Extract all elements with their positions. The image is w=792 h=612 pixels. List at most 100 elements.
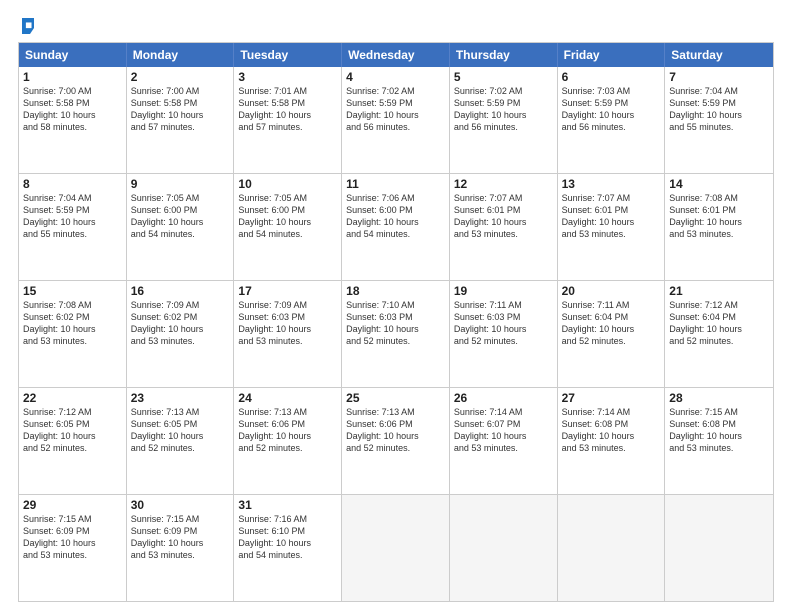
day-info: Sunrise: 7:15 AM Sunset: 6:09 PM Dayligh…: [23, 513, 122, 562]
day-cell-16: 16Sunrise: 7:09 AM Sunset: 6:02 PM Dayli…: [127, 281, 235, 387]
day-info: Sunrise: 7:03 AM Sunset: 5:59 PM Dayligh…: [562, 85, 661, 134]
day-number: 28: [669, 391, 769, 405]
header: [18, 18, 774, 34]
day-number: 18: [346, 284, 445, 298]
empty-cell: [450, 495, 558, 601]
day-cell-10: 10Sunrise: 7:05 AM Sunset: 6:00 PM Dayli…: [234, 174, 342, 280]
header-cell-wednesday: Wednesday: [342, 43, 450, 67]
day-info: Sunrise: 7:09 AM Sunset: 6:03 PM Dayligh…: [238, 299, 337, 348]
day-number: 14: [669, 177, 769, 191]
day-info: Sunrise: 7:08 AM Sunset: 6:02 PM Dayligh…: [23, 299, 122, 348]
logo: [18, 18, 36, 34]
day-cell-28: 28Sunrise: 7:15 AM Sunset: 6:08 PM Dayli…: [665, 388, 773, 494]
day-number: 4: [346, 70, 445, 84]
day-cell-3: 3Sunrise: 7:01 AM Sunset: 5:58 PM Daylig…: [234, 67, 342, 173]
logo-icon: [20, 18, 36, 34]
day-info: Sunrise: 7:14 AM Sunset: 6:08 PM Dayligh…: [562, 406, 661, 455]
day-cell-31: 31Sunrise: 7:16 AM Sunset: 6:10 PM Dayli…: [234, 495, 342, 601]
day-cell-5: 5Sunrise: 7:02 AM Sunset: 5:59 PM Daylig…: [450, 67, 558, 173]
day-info: Sunrise: 7:15 AM Sunset: 6:08 PM Dayligh…: [669, 406, 769, 455]
day-number: 26: [454, 391, 553, 405]
day-number: 10: [238, 177, 337, 191]
day-info: Sunrise: 7:08 AM Sunset: 6:01 PM Dayligh…: [669, 192, 769, 241]
day-cell-25: 25Sunrise: 7:13 AM Sunset: 6:06 PM Dayli…: [342, 388, 450, 494]
day-info: Sunrise: 7:00 AM Sunset: 5:58 PM Dayligh…: [131, 85, 230, 134]
day-info: Sunrise: 7:13 AM Sunset: 6:06 PM Dayligh…: [346, 406, 445, 455]
day-info: Sunrise: 7:13 AM Sunset: 6:06 PM Dayligh…: [238, 406, 337, 455]
empty-cell: [665, 495, 773, 601]
day-info: Sunrise: 7:10 AM Sunset: 6:03 PM Dayligh…: [346, 299, 445, 348]
header-cell-sunday: Sunday: [19, 43, 127, 67]
day-number: 2: [131, 70, 230, 84]
day-cell-26: 26Sunrise: 7:14 AM Sunset: 6:07 PM Dayli…: [450, 388, 558, 494]
day-number: 13: [562, 177, 661, 191]
day-number: 17: [238, 284, 337, 298]
day-cell-6: 6Sunrise: 7:03 AM Sunset: 5:59 PM Daylig…: [558, 67, 666, 173]
day-number: 22: [23, 391, 122, 405]
day-cell-15: 15Sunrise: 7:08 AM Sunset: 6:02 PM Dayli…: [19, 281, 127, 387]
day-cell-22: 22Sunrise: 7:12 AM Sunset: 6:05 PM Dayli…: [19, 388, 127, 494]
header-cell-saturday: Saturday: [665, 43, 773, 67]
day-info: Sunrise: 7:11 AM Sunset: 6:03 PM Dayligh…: [454, 299, 553, 348]
day-cell-1: 1Sunrise: 7:00 AM Sunset: 5:58 PM Daylig…: [19, 67, 127, 173]
day-number: 15: [23, 284, 122, 298]
day-info: Sunrise: 7:16 AM Sunset: 6:10 PM Dayligh…: [238, 513, 337, 562]
day-number: 20: [562, 284, 661, 298]
day-info: Sunrise: 7:11 AM Sunset: 6:04 PM Dayligh…: [562, 299, 661, 348]
day-cell-12: 12Sunrise: 7:07 AM Sunset: 6:01 PM Dayli…: [450, 174, 558, 280]
day-info: Sunrise: 7:06 AM Sunset: 6:00 PM Dayligh…: [346, 192, 445, 241]
day-cell-7: 7Sunrise: 7:04 AM Sunset: 5:59 PM Daylig…: [665, 67, 773, 173]
day-cell-29: 29Sunrise: 7:15 AM Sunset: 6:09 PM Dayli…: [19, 495, 127, 601]
calendar-header: SundayMondayTuesdayWednesdayThursdayFrid…: [19, 43, 773, 67]
day-info: Sunrise: 7:02 AM Sunset: 5:59 PM Dayligh…: [346, 85, 445, 134]
day-info: Sunrise: 7:05 AM Sunset: 6:00 PM Dayligh…: [238, 192, 337, 241]
day-number: 24: [238, 391, 337, 405]
day-number: 31: [238, 498, 337, 512]
empty-cell: [342, 495, 450, 601]
day-number: 29: [23, 498, 122, 512]
day-info: Sunrise: 7:09 AM Sunset: 6:02 PM Dayligh…: [131, 299, 230, 348]
day-number: 23: [131, 391, 230, 405]
day-info: Sunrise: 7:07 AM Sunset: 6:01 PM Dayligh…: [454, 192, 553, 241]
day-number: 7: [669, 70, 769, 84]
day-number: 8: [23, 177, 122, 191]
day-cell-8: 8Sunrise: 7:04 AM Sunset: 5:59 PM Daylig…: [19, 174, 127, 280]
day-info: Sunrise: 7:04 AM Sunset: 5:59 PM Dayligh…: [669, 85, 769, 134]
day-cell-19: 19Sunrise: 7:11 AM Sunset: 6:03 PM Dayli…: [450, 281, 558, 387]
week-row-3: 15Sunrise: 7:08 AM Sunset: 6:02 PM Dayli…: [19, 280, 773, 387]
day-cell-27: 27Sunrise: 7:14 AM Sunset: 6:08 PM Dayli…: [558, 388, 666, 494]
day-info: Sunrise: 7:07 AM Sunset: 6:01 PM Dayligh…: [562, 192, 661, 241]
day-number: 27: [562, 391, 661, 405]
day-number: 1: [23, 70, 122, 84]
header-cell-thursday: Thursday: [450, 43, 558, 67]
day-cell-13: 13Sunrise: 7:07 AM Sunset: 6:01 PM Dayli…: [558, 174, 666, 280]
day-number: 30: [131, 498, 230, 512]
week-row-1: 1 Sunrise: 7:00 AM Sunset: 5:58 PM Daylig…: [19, 67, 773, 173]
day-number: 6: [562, 70, 661, 84]
day-info: Sunrise: 7:05 AM Sunset: 6:00 PM Dayligh…: [131, 192, 230, 241]
day-number: 21: [669, 284, 769, 298]
header-cell-tuesday: Tuesday: [234, 43, 342, 67]
day-info: Sunrise: 7:14 AM Sunset: 6:07 PM Dayligh…: [454, 406, 553, 455]
day-cell-21: 21Sunrise: 7:12 AM Sunset: 6:04 PM Dayli…: [665, 281, 773, 387]
day-info: Sunrise: 7:01 AM Sunset: 5:58 PM Dayligh…: [238, 85, 337, 134]
day-cell-17: 17Sunrise: 7:09 AM Sunset: 6:03 PM Dayli…: [234, 281, 342, 387]
calendar-body: 1 Sunrise: 7:00 AM Sunset: 5:58 PM Daylig…: [19, 67, 773, 601]
day-number: 11: [346, 177, 445, 191]
day-number: 3: [238, 70, 337, 84]
day-info: Sunrise: 7:04 AM Sunset: 5:59 PM Dayligh…: [23, 192, 122, 241]
day-cell-11: 11Sunrise: 7:06 AM Sunset: 6:00 PM Dayli…: [342, 174, 450, 280]
day-info: Sunrise: 7:15 AM Sunset: 6:09 PM Dayligh…: [131, 513, 230, 562]
empty-cell: [558, 495, 666, 601]
day-cell-30: 30Sunrise: 7:15 AM Sunset: 6:09 PM Dayli…: [127, 495, 235, 601]
day-info: Sunrise: 7:02 AM Sunset: 5:59 PM Dayligh…: [454, 85, 553, 134]
calendar: SundayMondayTuesdayWednesdayThursdayFrid…: [18, 42, 774, 602]
day-number: 19: [454, 284, 553, 298]
day-number: 12: [454, 177, 553, 191]
week-row-4: 22Sunrise: 7:12 AM Sunset: 6:05 PM Dayli…: [19, 387, 773, 494]
day-cell-4: 4Sunrise: 7:02 AM Sunset: 5:59 PM Daylig…: [342, 67, 450, 173]
day-info: Sunrise: 7:12 AM Sunset: 6:05 PM Dayligh…: [23, 406, 122, 455]
header-cell-friday: Friday: [558, 43, 666, 67]
page: SundayMondayTuesdayWednesdayThursdayFrid…: [0, 0, 792, 612]
day-cell-24: 24Sunrise: 7:13 AM Sunset: 6:06 PM Dayli…: [234, 388, 342, 494]
